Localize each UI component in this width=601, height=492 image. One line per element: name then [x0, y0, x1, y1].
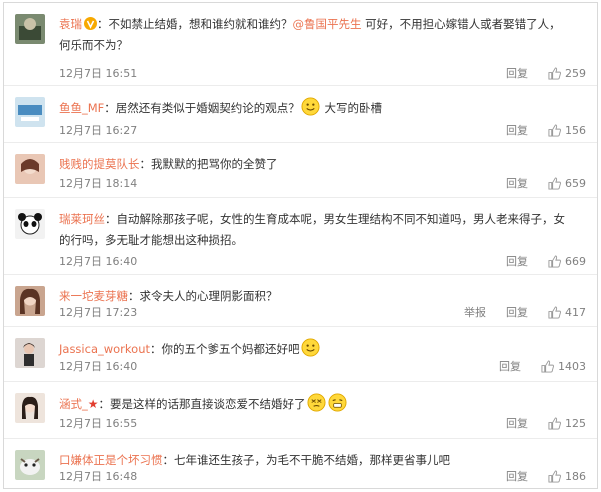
- comment-item: 涵式_★：要是这样的话那直接谈恋爱不结婚好了 12月7日 16:55 回复 12…: [4, 382, 597, 439]
- comment-text: ：自动解除那孩子呢，女性的生育成本呢，男女生理结构不同不知道吗，男人老来得子，女: [105, 212, 565, 226]
- like-button[interactable]: 259: [548, 67, 586, 80]
- avatar[interactable]: [15, 209, 45, 239]
- comment-text: ：求令夫人的心理阴影面积？: [128, 289, 278, 303]
- like-button[interactable]: 1403: [541, 360, 586, 373]
- comment-text: ：七年谁还生孩子，为毛不干脆不结婚，那样更省事儿吧: [162, 453, 451, 467]
- comment-text: ：我默默的把骂你的全赞了: [139, 157, 278, 171]
- avatar[interactable]: [15, 450, 45, 480]
- like-count: 125: [565, 416, 586, 430]
- like-count: 259: [565, 66, 586, 80]
- timestamp: 12月7日 16:40: [59, 255, 138, 268]
- grimace-emoji-icon: [327, 393, 347, 412]
- thumbs-up-icon: [548, 416, 561, 430]
- mention-link[interactable]: @鲁国平先生: [293, 17, 362, 31]
- like-count: 659: [565, 176, 586, 190]
- comment-text-line2: 的行吗，多无耻才能想出这种损招。: [59, 233, 243, 247]
- reply-button[interactable]: 回复: [506, 468, 528, 484]
- comment-list: 袁瑞 ：不如禁止结婚，想和谁约就和谁约？@鲁国平先生 可好，不用担心嫁错人或者娶错…: [3, 2, 598, 489]
- timestamp: 12月7日 16:51: [59, 67, 138, 80]
- like-count: 1403: [558, 359, 586, 373]
- username[interactable]: 袁瑞: [59, 17, 82, 31]
- avatar[interactable]: [15, 393, 45, 423]
- comment-text: ：不如禁止结婚，想和谁约就和谁约？: [97, 17, 293, 31]
- like-count: 156: [565, 123, 586, 137]
- like-count: 417: [565, 305, 586, 319]
- like-button[interactable]: 669: [548, 255, 586, 268]
- username[interactable]: 贱贱的提莫队长: [59, 157, 140, 171]
- thumbs-up-icon: [548, 176, 561, 190]
- comment-item: 贱贱的提莫队长：我默默的把骂你的全赞了 12月7日 18:14 回复 659: [4, 143, 597, 198]
- reply-button[interactable]: 回复: [506, 415, 528, 431]
- smile-emoji-icon: [300, 338, 320, 357]
- avatar[interactable]: [15, 14, 45, 44]
- thumbs-up-icon: [548, 305, 561, 319]
- reply-button[interactable]: 回复: [506, 175, 528, 191]
- thumbs-up-icon: [548, 123, 561, 137]
- comment-item: 袁瑞 ：不如禁止结婚，想和谁约就和谁约？@鲁国平先生 可好，不用担心嫁错人或者娶错…: [4, 3, 597, 86]
- comment-text: ：你的五个爹五个妈都还好吧: [150, 342, 300, 356]
- comment-item: Jassica_workout：你的五个爹五个妈都还好吧 12月7日 16:40…: [4, 327, 597, 382]
- timestamp: 12月7日 16:40: [59, 360, 138, 373]
- smile-emoji-icon: [301, 97, 320, 116]
- avatar[interactable]: [15, 97, 45, 127]
- comment-text-line2: 何乐而不为？: [59, 38, 128, 52]
- comment-text: ：要是这样的话那直接谈恋爱不结婚好了: [98, 397, 306, 411]
- comment-text-cont: 大写的卧槽: [320, 101, 382, 115]
- timestamp: 12月7日 18:14: [59, 177, 138, 190]
- thumbs-up-icon: [548, 254, 561, 268]
- username[interactable]: Jassica_workout: [59, 342, 150, 356]
- thumbs-up-icon: [548, 469, 561, 483]
- timestamp: 12月7日 17:23: [59, 306, 138, 319]
- report-button[interactable]: 举报: [464, 304, 486, 320]
- comment-text: ：居然还有类似于婚姻契约论的观点？: [104, 101, 300, 115]
- like-button[interactable]: 186: [548, 470, 586, 483]
- username[interactable]: 鱼鱼_MF: [59, 101, 104, 115]
- comment-item: 瑞莱珂丝：自动解除那孩子呢，女性的生育成本呢，男女生理结构不同不知道吗，男人老来…: [4, 198, 597, 275]
- like-button[interactable]: 417: [548, 306, 586, 319]
- comment-text-cont: 可好，不用担心嫁错人或者娶错了人，: [361, 17, 561, 31]
- reply-button[interactable]: 回复: [506, 65, 528, 81]
- reply-button[interactable]: 回复: [499, 358, 521, 374]
- username[interactable]: 涵式_: [59, 397, 88, 411]
- star-icon: ★: [87, 397, 99, 411]
- timestamp: 12月7日 16:55: [59, 417, 138, 430]
- like-button[interactable]: 125: [548, 417, 586, 430]
- avatar[interactable]: [15, 286, 45, 316]
- like-count: 669: [565, 254, 586, 268]
- reply-button[interactable]: 回复: [506, 304, 528, 320]
- like-button[interactable]: 659: [548, 177, 586, 190]
- comment-item: 来一坨麦芽糖：求令夫人的心理阴影面积？ 12月7日 17:23 举报 回复 41…: [4, 275, 597, 327]
- reply-button[interactable]: 回复: [506, 253, 528, 269]
- timestamp: 12月7日 16:48: [59, 470, 138, 483]
- comment-item: 口嫌体正是个坏习惯：七年谁还生孩子，为毛不干脆不结婚，那样更省事儿吧 12月7日…: [4, 439, 597, 490]
- avatar[interactable]: [15, 338, 45, 368]
- verified-v-icon: [84, 17, 97, 30]
- like-button[interactable]: 156: [548, 124, 586, 137]
- avatar[interactable]: [15, 154, 45, 184]
- reply-button[interactable]: 回复: [506, 122, 528, 138]
- thumbs-up-icon: [548, 66, 561, 80]
- username[interactable]: 瑞莱珂丝: [59, 212, 105, 226]
- thumbs-up-icon: [541, 359, 554, 373]
- username[interactable]: 口嫌体正是个坏习惯: [59, 453, 163, 467]
- dizzy-emoji-icon: [306, 393, 326, 412]
- timestamp: 12月7日 16:27: [59, 124, 138, 137]
- comment-item: 鱼鱼_MF：居然还有类似于婚姻契约论的观点？ 大写的卧槽 12月7日 16:27…: [4, 86, 597, 143]
- username[interactable]: 来一坨麦芽糖: [59, 289, 128, 303]
- like-count: 186: [565, 469, 586, 483]
